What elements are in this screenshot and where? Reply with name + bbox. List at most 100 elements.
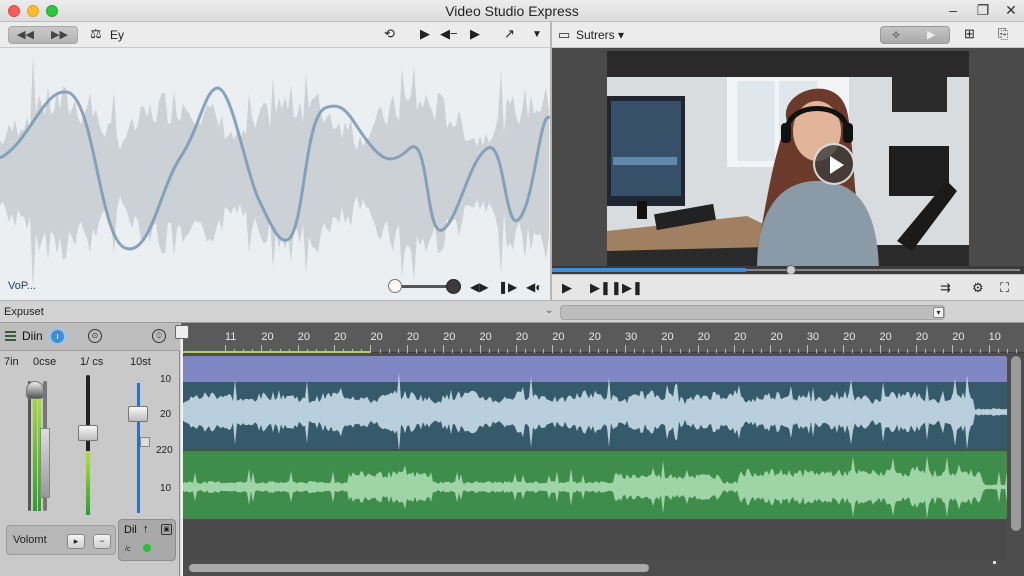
ruler-tick: [506, 349, 508, 353]
play-icon[interactable]: ▶: [420, 26, 430, 42]
volume-up-button[interactable]: ▸: [67, 534, 85, 549]
waveform-viewer[interactable]: VoP... ◀▶ ❚▶ ◀◐: [0, 48, 550, 300]
fader-segments: [40, 428, 50, 498]
ruler-tick: [379, 349, 381, 353]
preview-source-dropdown[interactable]: Sutrers ▾: [576, 28, 624, 42]
share-icon[interactable]: ⎘: [998, 26, 1008, 42]
scale-icon[interactable]: ⚖: [90, 26, 102, 42]
resize-grip[interactable]: [993, 561, 996, 564]
pause-icon[interactable]: ❚▶: [498, 280, 517, 294]
ruler-tick-label: 20: [734, 331, 747, 343]
empty-track-area[interactable]: [183, 520, 1007, 560]
info-icon[interactable]: ı: [49, 328, 66, 345]
timeline[interactable]: 11 20 20 20 20 20 20 20 20 20 20 30 20 20 20 20 30 20 20 20…: [175, 323, 1024, 576]
ruler-tick: [806, 345, 808, 353]
ruler-tick: [906, 349, 908, 353]
ruler-tick: [452, 349, 454, 353]
audio-track-music[interactable]: [183, 451, 1007, 519]
vertical-scrollbar[interactable]: [1011, 356, 1021, 531]
mode-segmented-control[interactable]: ✧ ▶: [880, 26, 950, 44]
next-icon[interactable]: ▶: [927, 28, 935, 41]
timeline-ruler[interactable]: 11 20 20 20 20 20 20 20 20 20 20 30 20 20 20 20 30 20 20 20…: [181, 323, 1024, 353]
chevron-down-icon[interactable]: ⌄: [545, 305, 553, 316]
channel-label: 0cse: [33, 356, 57, 368]
menu-icon[interactable]: [5, 331, 16, 341]
loop-icon[interactable]: ⟲: [384, 26, 395, 42]
skip-end-icon[interactable]: ▶❚: [622, 280, 643, 296]
export-label: Expuset: [4, 306, 44, 318]
zoom-slider[interactable]: [388, 279, 462, 294]
view-label[interactable]: Ey: [110, 28, 124, 42]
wand-icon[interactable]: ✧: [891, 28, 901, 42]
settings-knob-icon[interactable]: ⏀: [152, 329, 166, 343]
channel-fader-handle[interactable]: [78, 425, 98, 441]
fullscreen-icon[interactable]: ⛶: [1000, 280, 1009, 296]
ruler-tick: [534, 349, 536, 353]
zoom-slider-end-handle[interactable]: [446, 279, 461, 294]
ruler-tick-label: 20: [443, 331, 456, 343]
ruler-tick: [697, 345, 699, 353]
ruler-tick: [961, 349, 963, 353]
playhead-line: [181, 339, 183, 576]
ruler-tick-label: 20: [370, 331, 383, 343]
ruler-tick: [225, 345, 226, 353]
fader-handle-small[interactable]: [140, 437, 150, 447]
export-dropdown-button[interactable]: ▾: [933, 307, 944, 318]
channel-fader-handle[interactable]: [26, 381, 44, 400]
split-icon[interactable]: ⇉: [940, 280, 951, 296]
zoom-slider-start-handle[interactable]: [388, 279, 402, 293]
ruler-tick: [1015, 349, 1017, 353]
ruler-tick: [579, 349, 581, 353]
wave-track-label: VoP...: [8, 280, 36, 292]
arrow-up-icon[interactable]: ↑: [143, 523, 149, 535]
channel-box-label: Dil: [124, 524, 137, 536]
horizontal-scrollbar[interactable]: [189, 564, 649, 572]
restore-icon[interactable]: ❐: [974, 2, 992, 19]
close-icon[interactable]: ✕: [1002, 2, 1020, 19]
mixer-title: Diin: [22, 329, 43, 343]
ruler-tick: [615, 349, 617, 353]
ruler-tick: [925, 349, 926, 353]
ruler-tick: [743, 349, 745, 353]
preview-transport: ▶ ▶❚❚ ▶❚ ⇉ ⚙ ⛶: [552, 274, 1024, 300]
history-segmented-control[interactable]: ◀◀ ▶▶: [8, 26, 78, 44]
channel-fader-handle[interactable]: [128, 406, 148, 423]
ruler-tick-label: 10: [988, 331, 1001, 343]
waveform-toolbar: ◀◀ ▶▶ ⚖ Ey ⟲ ▶ ◀− ▶ ↗ ▼: [0, 22, 550, 48]
ruler-tick: [270, 349, 272, 353]
play-overlay-button[interactable]: [813, 143, 855, 185]
volume-control: Volomt ▸ −: [6, 525, 116, 555]
audio-track-dialogue[interactable]: [183, 356, 1007, 449]
grid-icon[interactable]: ⊞: [964, 26, 975, 42]
play-pause-icon[interactable]: ▶❚❚: [590, 280, 622, 296]
ruler-tick: [661, 345, 663, 353]
pan-knob-icon[interactable]: ⊙: [88, 329, 102, 343]
playhead-handle[interactable]: [175, 325, 189, 339]
forward-button[interactable]: ▶▶: [51, 28, 68, 41]
chevron-down-icon[interactable]: ▼: [532, 29, 542, 40]
skip-forward-icon[interactable]: ◀▶: [470, 280, 488, 294]
volume-label: Volomt: [13, 534, 47, 546]
ruler-tick-label: 11: [225, 331, 237, 343]
back-button[interactable]: ◀◀: [17, 28, 34, 41]
minimize-icon[interactable]: –: [944, 2, 962, 18]
gear-icon[interactable]: ⚙: [972, 280, 984, 296]
music-waveform: [183, 455, 1007, 519]
ruler-tick: [479, 345, 481, 353]
step-back-icon[interactable]: ◀−: [440, 26, 458, 42]
play-forward-icon[interactable]: ▶: [470, 26, 480, 42]
pointer-tool-icon[interactable]: ↗: [504, 26, 515, 42]
export-field[interactable]: [560, 305, 945, 320]
video-frame[interactable]: [607, 51, 969, 269]
export-bar: Expuset ⌄ ▾: [0, 300, 1024, 323]
volume-icon[interactable]: ◀◐: [526, 280, 542, 294]
ruler-tick: [725, 349, 726, 353]
preview-scrubber[interactable]: [552, 265, 1024, 275]
volume-down-button[interactable]: −: [93, 534, 111, 549]
play-icon[interactable]: ▶: [562, 280, 572, 296]
ruler-tick-label: 20: [515, 331, 529, 343]
ruler-tick: [815, 349, 817, 353]
ruler-tick: [670, 349, 672, 353]
record-arm-icon[interactable]: ▣: [161, 524, 172, 535]
ruler-tick: [679, 349, 681, 353]
